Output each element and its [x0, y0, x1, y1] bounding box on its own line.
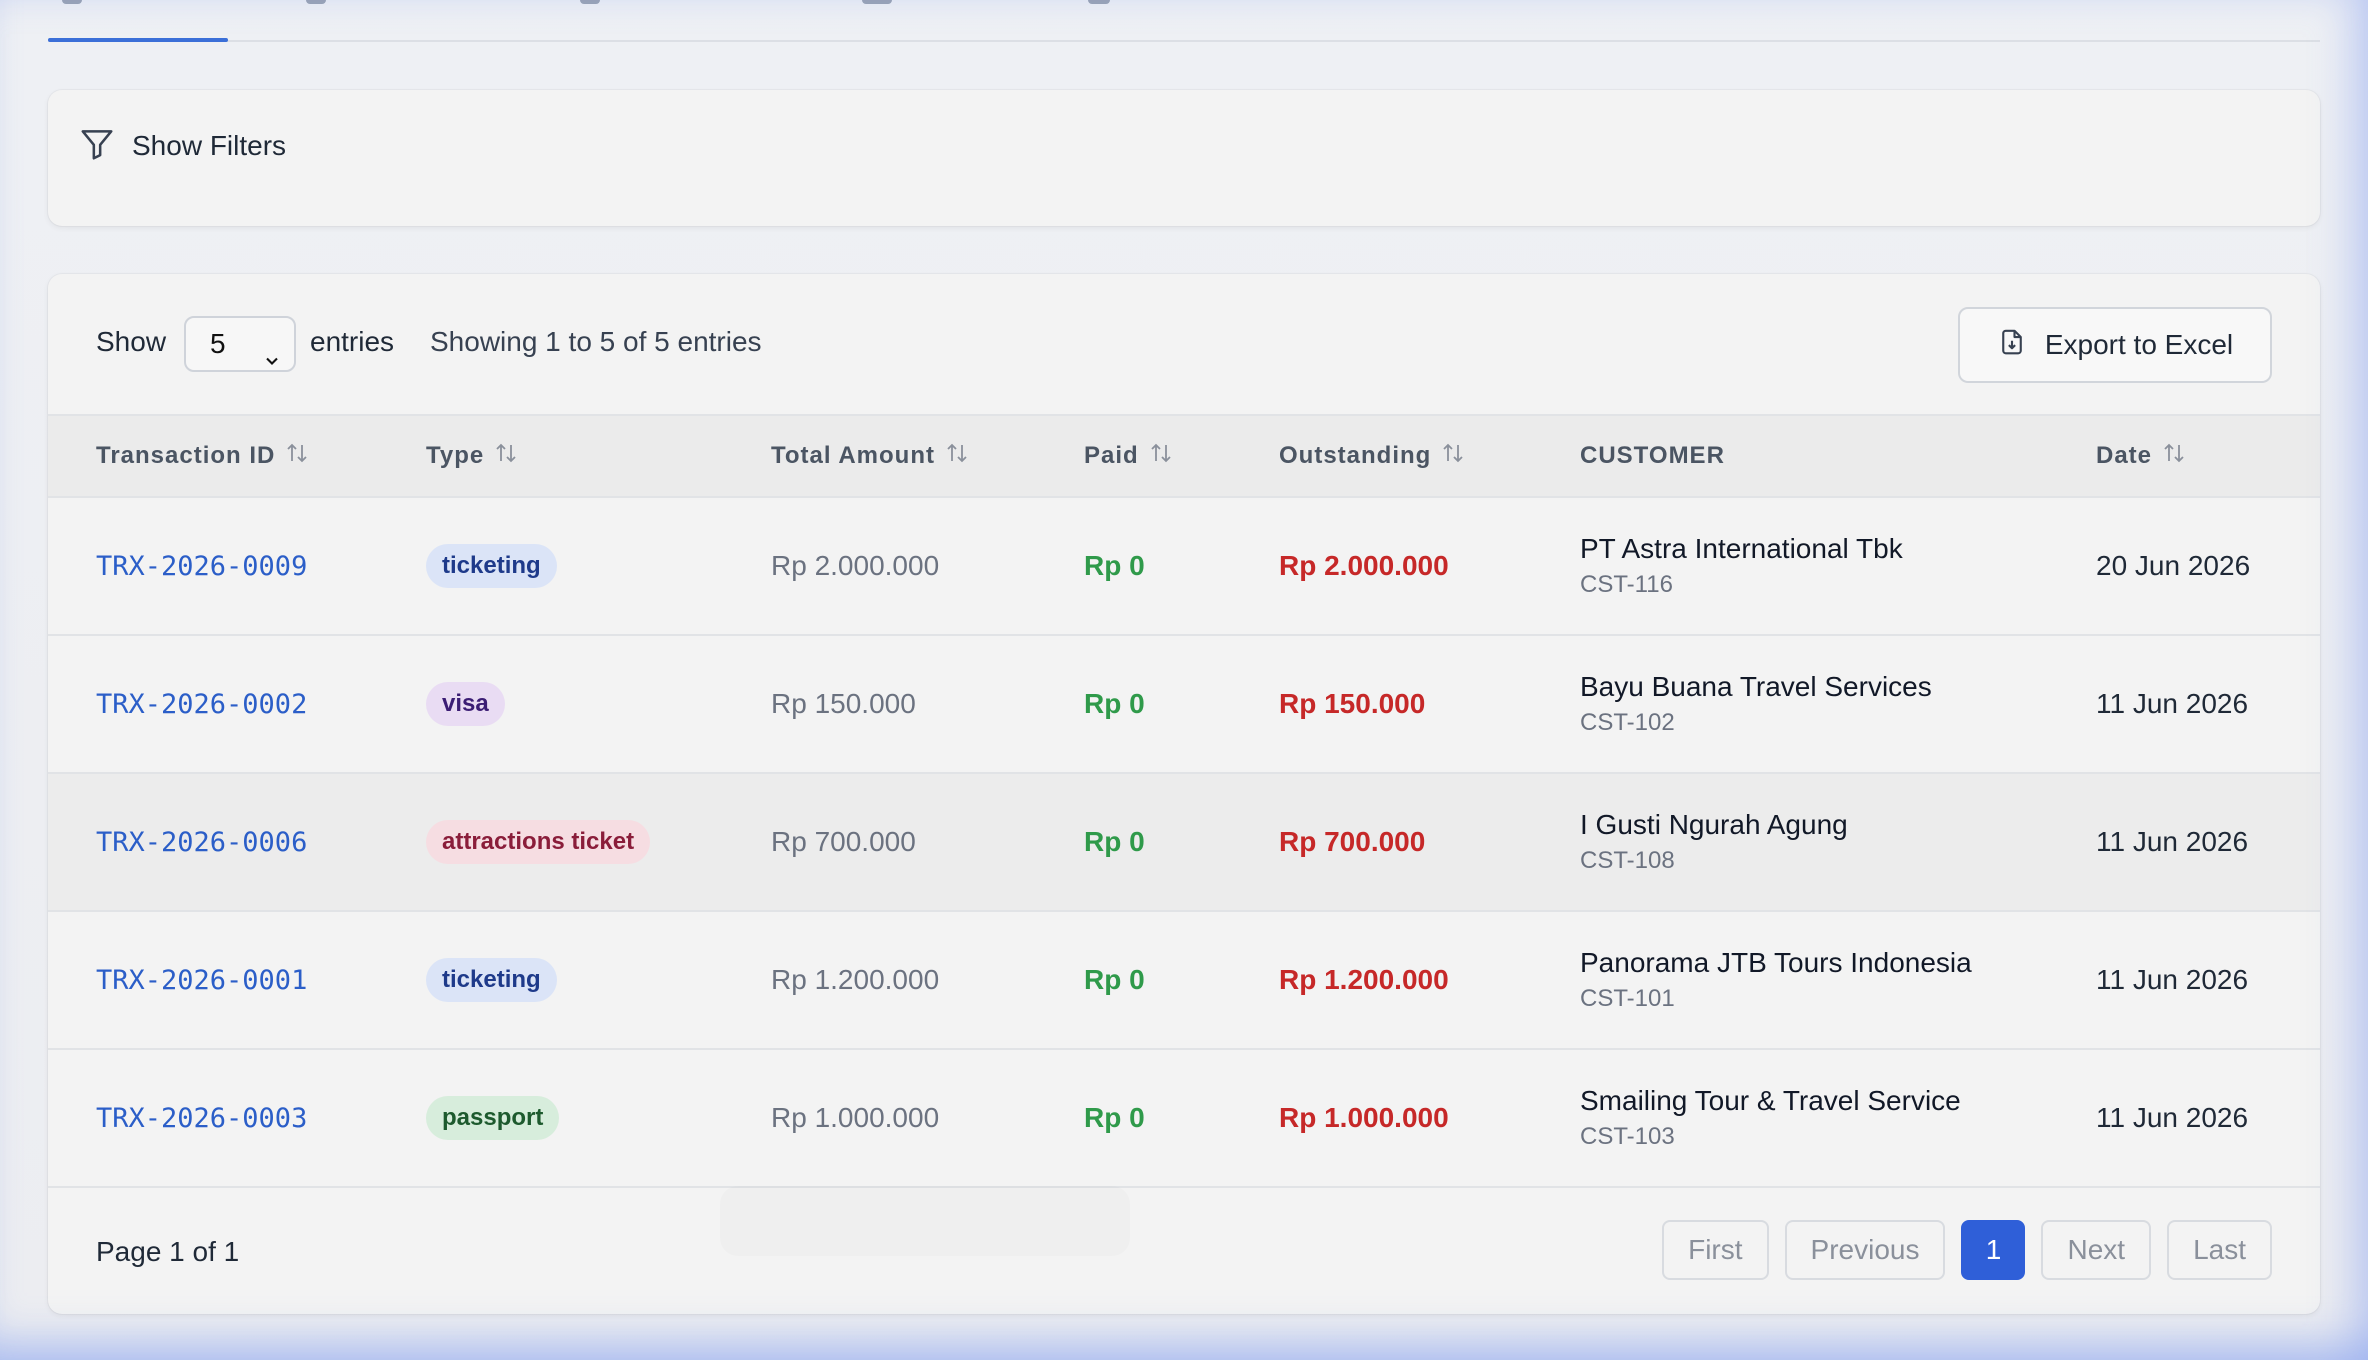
outstanding-amount: Rp 700.000	[1279, 826, 1426, 857]
table-footer: Page 1 of 1 First Previous 1 Next Last	[48, 1188, 2320, 1314]
customer-id: CST-108	[1580, 847, 1675, 874]
total-amount: Rp 2.000.000	[771, 550, 940, 581]
page-size-select[interactable]: 5	[184, 316, 296, 372]
transaction-date: 11 Jun 2026	[2096, 826, 2249, 857]
customer-id: CST-103	[1580, 1123, 1675, 1150]
customer-id: CST-102	[1580, 709, 1675, 736]
customer-name: I Gusti Ngurah Agung	[1580, 809, 1848, 840]
customer-name: Smailing Tour & Travel Service	[1580, 1085, 1961, 1116]
customer-id: CST-116	[1580, 571, 1673, 598]
table-row[interactable]: TRX-2026-0009 ticketing Rp 2.000.000 Rp …	[48, 498, 2320, 636]
transaction-date: 11 Jun 2026	[2096, 688, 2249, 719]
transaction-id-link[interactable]: TRX-2026-0002	[96, 689, 307, 720]
table-row[interactable]: TRX-2026-0003 passport Rp 1.000.000 Rp 0…	[48, 1050, 2320, 1188]
export-excel-button[interactable]: Export to Excel	[1958, 307, 2272, 383]
filter-icon	[78, 125, 116, 168]
tab-icon[interactable]	[62, 0, 82, 4]
customer-name: Bayu Buana Travel Services	[1580, 671, 1932, 702]
show-label: Show	[96, 326, 167, 357]
header-label: Transaction ID	[96, 442, 276, 469]
previous-page-button[interactable]: Previous	[1784, 1220, 1946, 1280]
header-label: Type	[426, 442, 485, 469]
header-paid[interactable]: Paid	[1084, 416, 1173, 496]
header-label: Outstanding	[1279, 442, 1432, 469]
page-1-button[interactable]: 1	[1961, 1220, 2026, 1280]
transaction-date: 11 Jun 2026	[2096, 1102, 2249, 1133]
sort-icon[interactable]	[1441, 440, 1465, 473]
header-label: Paid	[1084, 442, 1139, 469]
customer-id: CST-101	[1580, 985, 1675, 1012]
table-toolbar: Show 5 entries Showing 1 to 5 of 5 entri…	[48, 274, 2320, 414]
type-badge: ticketing	[426, 544, 557, 588]
show-filters-button[interactable]: Show Filters	[78, 120, 286, 172]
sort-icon[interactable]	[2162, 440, 2186, 473]
outstanding-amount: Rp 150.000	[1279, 688, 1426, 719]
transaction-date: 11 Jun 2026	[2096, 964, 2249, 995]
header-customer: CUSTOMER	[1580, 416, 1725, 496]
paid-amount: Rp 0	[1084, 688, 1145, 719]
table-row[interactable]: TRX-2026-0002 visa Rp 150.000 Rp 0 Rp 15…	[48, 636, 2320, 774]
outstanding-amount: Rp 2.000.000	[1279, 550, 1449, 581]
transaction-date: 20 Jun 2026	[2096, 550, 2251, 581]
customer-name: Panorama JTB Tours Indonesia	[1580, 947, 1972, 978]
sort-icon[interactable]	[945, 440, 969, 473]
app-frame: Show Filters Show 5 entries Showing 1 to…	[0, 0, 2368, 1360]
total-amount: Rp 150.000	[771, 688, 916, 719]
header-label: Date	[2096, 442, 2153, 469]
header-outstanding[interactable]: Outstanding	[1279, 416, 1465, 496]
tab-bar	[48, 0, 2320, 42]
table-row[interactable]: TRX-2026-0001 ticketing Rp 1.200.000 Rp …	[48, 912, 2320, 1050]
last-page-button[interactable]: Last	[2167, 1220, 2272, 1280]
header-date[interactable]: Date	[2096, 416, 2186, 496]
tab-icon[interactable]	[862, 0, 892, 4]
total-amount: Rp 1.000.000	[771, 1102, 940, 1133]
header-label: Total Amount	[771, 442, 935, 469]
chevron-down-icon	[262, 336, 282, 388]
entries-label: entries	[310, 326, 395, 357]
paid-amount: Rp 0	[1084, 964, 1145, 995]
showing-entries-text: Showing 1 to 5 of 5 entries	[430, 326, 762, 357]
table-header: Transaction ID Type Total Amount Paid Ou…	[48, 414, 2320, 498]
sort-icon[interactable]	[285, 440, 309, 473]
header-label: CUSTOMER	[1580, 442, 1725, 469]
type-badge: attractions ticket	[426, 820, 651, 864]
header-type[interactable]: Type	[426, 416, 518, 496]
transaction-id-link[interactable]: TRX-2026-0009	[96, 551, 307, 582]
filters-panel: Show Filters	[48, 90, 2320, 226]
header-total-amount[interactable]: Total Amount	[771, 416, 969, 496]
page-size-value: 5	[210, 328, 226, 359]
outstanding-amount: Rp 1.200.000	[1279, 964, 1449, 995]
type-badge: visa	[426, 682, 505, 726]
paid-amount: Rp 0	[1084, 826, 1145, 857]
paid-amount: Rp 0	[1084, 550, 1145, 581]
total-amount: Rp 700.000	[771, 826, 916, 857]
transactions-table-card: Show 5 entries Showing 1 to 5 of 5 entri…	[48, 274, 2320, 1314]
export-label: Export to Excel	[2044, 329, 2234, 360]
show-filters-label: Show Filters	[132, 130, 287, 161]
sort-icon[interactable]	[1149, 440, 1173, 473]
transaction-id-link[interactable]: TRX-2026-0006	[96, 827, 307, 858]
paid-amount: Rp 0	[1084, 1102, 1145, 1133]
total-amount: Rp 1.200.000	[771, 964, 940, 995]
tab-icon[interactable]	[580, 0, 600, 4]
outstanding-amount: Rp 1.000.000	[1279, 1102, 1449, 1133]
customer-name: PT Astra International Tbk	[1580, 533, 1903, 564]
transaction-id-link[interactable]: TRX-2026-0003	[96, 1103, 307, 1134]
pagination: First Previous 1 Next Last	[1662, 1220, 2272, 1280]
table-row[interactable]: TRX-2026-0006 attractions ticket Rp 700.…	[48, 774, 2320, 912]
tab-icon[interactable]	[306, 0, 326, 4]
type-badge: passport	[426, 1096, 560, 1140]
toast-placeholder	[720, 1186, 1130, 1256]
file-download-icon	[1997, 327, 2027, 364]
transaction-id-link[interactable]: TRX-2026-0001	[96, 965, 307, 996]
next-page-button[interactable]: Next	[2041, 1220, 2152, 1280]
tab-icon[interactable]	[1088, 0, 1110, 4]
header-transaction-id[interactable]: Transaction ID	[96, 416, 309, 496]
active-tab-indicator	[48, 38, 228, 42]
sort-icon[interactable]	[494, 440, 518, 473]
type-badge: ticketing	[426, 958, 557, 1002]
page-indicator: Page 1 of 1	[96, 1236, 240, 1267]
first-page-button[interactable]: First	[1662, 1220, 1769, 1280]
